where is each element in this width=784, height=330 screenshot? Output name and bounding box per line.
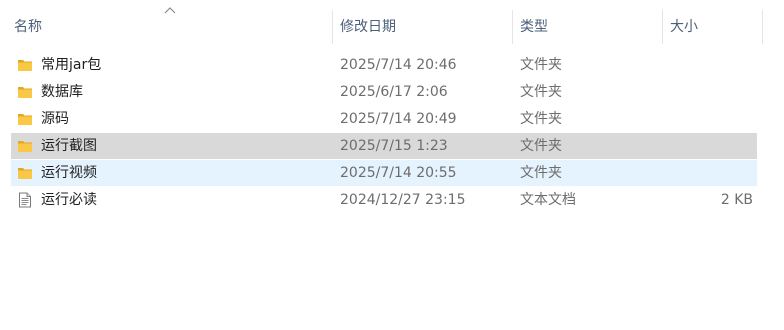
column-header-modified[interactable]: 修改日期 [332, 0, 512, 44]
file-row-hover[interactable]: 运行视频 2025/7/14 20:55 文件夹 [11, 160, 757, 186]
file-row[interactable]: 数据库 2025/6/17 2:06 文件夹 [11, 79, 757, 105]
column-header-type[interactable]: 类型 [512, 0, 662, 44]
column-header-name[interactable]: 名称 [6, 0, 332, 44]
file-row[interactable]: 运行必读 2024/12/27 23:15 文本文档 2 KB [11, 187, 757, 213]
column-divider[interactable] [762, 10, 763, 44]
text-document-icon [19, 192, 31, 208]
folder-icon [18, 141, 32, 152]
file-name: 数据库 [41, 84, 83, 100]
file-type: 文件夹 [520, 84, 562, 100]
file-modified: 2025/7/14 20:46 [340, 57, 457, 73]
folder-icon [18, 168, 32, 179]
file-modified: 2025/7/14 20:55 [340, 165, 457, 181]
folder-icon [18, 87, 32, 98]
file-modified: 2025/7/14 20:49 [340, 111, 457, 127]
column-header-bar: 名称 修改日期 类型 大小 [0, 0, 784, 44]
file-name: 运行截图 [41, 138, 97, 154]
file-size: 2 KB [720, 192, 753, 208]
file-name: 常用jar包 [41, 57, 102, 73]
folder-icon [18, 60, 32, 71]
file-row[interactable]: 源码 2025/7/14 20:49 文件夹 [11, 106, 757, 132]
folder-icon [18, 114, 32, 125]
column-header-size[interactable]: 大小 [662, 0, 762, 44]
file-type: 文件夹 [520, 165, 562, 181]
file-type: 文本文档 [520, 192, 576, 208]
file-row[interactable]: 常用jar包 2025/7/14 20:46 文件夹 [11, 52, 757, 78]
file-name: 运行视频 [41, 165, 97, 181]
file-modified: 2024/12/27 23:15 [340, 192, 466, 208]
file-name: 源码 [41, 111, 69, 127]
file-type: 文件夹 [520, 57, 562, 73]
file-modified: 2025/6/17 2:06 [340, 84, 448, 100]
file-modified: 2025/7/15 1:23 [340, 138, 448, 154]
file-row-selected[interactable]: 运行截图 2025/7/15 1:23 文件夹 [11, 133, 757, 159]
file-type: 文件夹 [520, 111, 562, 127]
file-type: 文件夹 [520, 138, 562, 154]
file-name: 运行必读 [41, 192, 97, 208]
